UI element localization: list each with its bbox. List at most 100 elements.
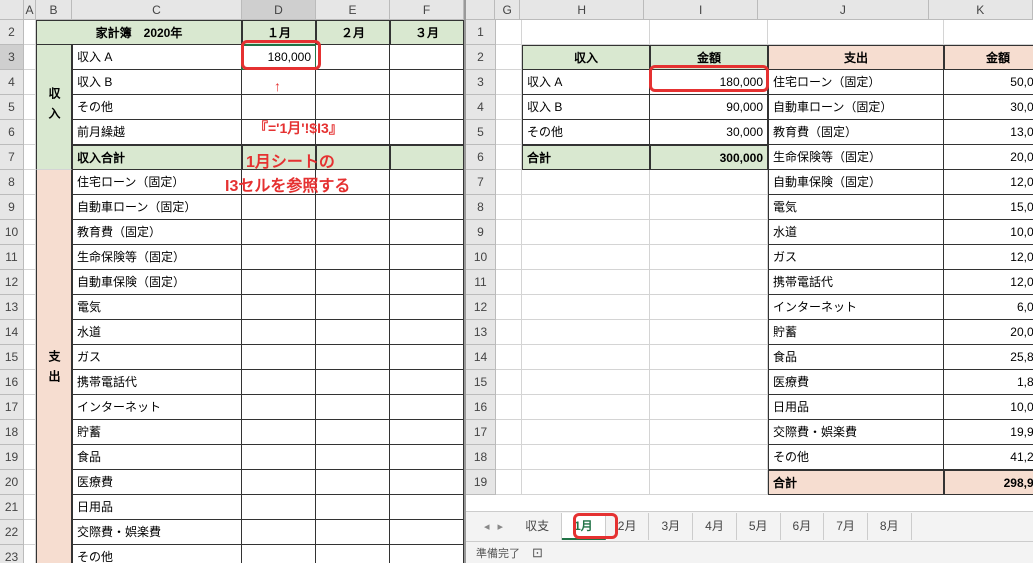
cell[interactable]: [390, 320, 464, 345]
cell[interactable]: １月: [242, 20, 316, 45]
cell[interactable]: 水道: [72, 320, 242, 345]
cell[interactable]: [24, 545, 36, 563]
row-11[interactable]: 11: [466, 270, 496, 295]
cell[interactable]: [24, 370, 36, 395]
cell[interactable]: [522, 320, 650, 345]
cell[interactable]: 食品: [768, 345, 944, 370]
row-9[interactable]: 9: [0, 195, 24, 220]
cell[interactable]: [390, 170, 464, 195]
cell[interactable]: [522, 170, 650, 195]
cell[interactable]: 収入 A: [522, 70, 650, 95]
cell[interactable]: [650, 445, 768, 470]
row-7[interactable]: 7: [466, 170, 496, 195]
cell[interactable]: [24, 195, 36, 220]
cell[interactable]: [24, 295, 36, 320]
row-4[interactable]: 4: [0, 70, 24, 95]
cell[interactable]: [24, 220, 36, 245]
cell[interactable]: [650, 170, 768, 195]
cell[interactable]: [24, 45, 36, 70]
cell[interactable]: 水道: [768, 220, 944, 245]
cell[interactable]: ２月: [316, 20, 390, 45]
cell[interactable]: [24, 395, 36, 420]
cell[interactable]: [24, 120, 36, 145]
cell[interactable]: [522, 195, 650, 220]
cell[interactable]: 前月繰越: [72, 120, 242, 145]
cell[interactable]: [522, 445, 650, 470]
cell[interactable]: 医療費: [72, 470, 242, 495]
cell[interactable]: 13,000: [944, 120, 1033, 145]
row-20[interactable]: 20: [0, 470, 24, 495]
cell[interactable]: 12,000: [944, 170, 1033, 195]
cell[interactable]: 180,000: [650, 70, 768, 95]
cell[interactable]: [316, 245, 390, 270]
cell[interactable]: [24, 170, 36, 195]
cell[interactable]: [24, 245, 36, 270]
cell[interactable]: 収入 B: [522, 95, 650, 120]
cell[interactable]: [242, 220, 316, 245]
tab-6月[interactable]: 6月: [781, 513, 825, 540]
cell[interactable]: [316, 470, 390, 495]
cell[interactable]: [522, 220, 650, 245]
col-B[interactable]: B: [36, 0, 72, 19]
cell[interactable]: [242, 270, 316, 295]
row-9[interactable]: 9: [466, 220, 496, 245]
row-6[interactable]: 6: [0, 120, 24, 145]
cell[interactable]: [944, 20, 1033, 45]
tab-3月[interactable]: 3月: [649, 513, 693, 540]
cell[interactable]: [24, 420, 36, 445]
cell[interactable]: [496, 20, 522, 45]
cells-right[interactable]: 収入金額支出金額収入 A180,000住宅ローン（固定）50,000収入 B90…: [496, 20, 1033, 495]
tab-1月[interactable]: 1月: [562, 513, 606, 540]
cell[interactable]: その他: [522, 120, 650, 145]
cell[interactable]: 90,000: [650, 95, 768, 120]
cell[interactable]: [24, 70, 36, 95]
cell[interactable]: [650, 195, 768, 220]
cell[interactable]: 収入 B: [72, 70, 242, 95]
cell[interactable]: [242, 370, 316, 395]
cell[interactable]: [496, 195, 522, 220]
row-2[interactable]: 2: [466, 45, 496, 70]
cell[interactable]: [316, 120, 390, 145]
cell[interactable]: [316, 145, 390, 170]
cell[interactable]: [24, 270, 36, 295]
cell[interactable]: 合計: [522, 145, 650, 170]
cell[interactable]: [242, 470, 316, 495]
cell[interactable]: 携帯電話代: [768, 270, 944, 295]
cell[interactable]: インターネット: [768, 295, 944, 320]
row-10[interactable]: 10: [466, 245, 496, 270]
row-12[interactable]: 12: [0, 270, 24, 295]
select-all-right[interactable]: [466, 0, 495, 20]
cell[interactable]: [390, 345, 464, 370]
cell[interactable]: 住宅ローン（固定）: [768, 70, 944, 95]
row-13[interactable]: 13: [0, 295, 24, 320]
cell[interactable]: [242, 445, 316, 470]
cell[interactable]: [650, 470, 768, 495]
cell[interactable]: [316, 295, 390, 320]
cell[interactable]: [496, 445, 522, 470]
cell[interactable]: [390, 495, 464, 520]
cell[interactable]: [316, 170, 390, 195]
cell[interactable]: [496, 220, 522, 245]
col-E[interactable]: E: [316, 0, 390, 19]
row-16[interactable]: 16: [466, 395, 496, 420]
cell[interactable]: [496, 370, 522, 395]
cell[interactable]: [496, 245, 522, 270]
col-I[interactable]: I: [644, 0, 758, 19]
cell[interactable]: その他: [72, 545, 242, 563]
cell[interactable]: [390, 45, 464, 70]
cell[interactable]: [242, 70, 316, 95]
cell[interactable]: 自動車保険（固定）: [72, 270, 242, 295]
col-K[interactable]: K: [929, 0, 1033, 19]
cell[interactable]: [496, 95, 522, 120]
cell[interactable]: [650, 345, 768, 370]
row-3[interactable]: 3: [466, 70, 496, 95]
cell[interactable]: 10,000: [944, 220, 1033, 245]
accessibility-icon[interactable]: ⊡: [532, 545, 543, 561]
cell[interactable]: [316, 445, 390, 470]
tab-収支[interactable]: 収支: [513, 513, 562, 540]
cell[interactable]: 自動車ローン（固定）: [768, 95, 944, 120]
cell[interactable]: [390, 395, 464, 420]
cell[interactable]: 住宅ローン（固定）: [72, 170, 242, 195]
cell[interactable]: 金額: [944, 45, 1033, 70]
row-21[interactable]: 21: [0, 495, 24, 520]
